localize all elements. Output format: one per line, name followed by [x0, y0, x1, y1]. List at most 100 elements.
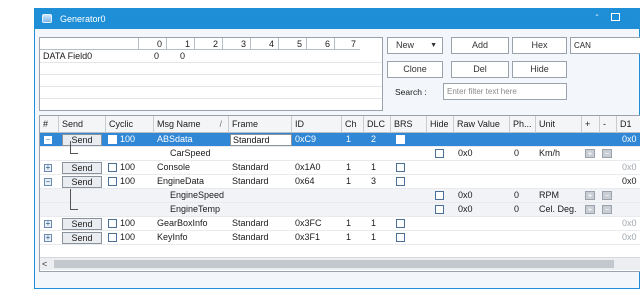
msg-id[interactable]: 0x3F1 — [295, 231, 320, 244]
d1-value[interactable]: 0x0 — [622, 217, 637, 230]
cyclic-checkbox[interactable] — [108, 233, 117, 242]
msg-dlc[interactable]: 1 — [371, 161, 376, 174]
phys-value[interactable]: 0 — [514, 189, 519, 202]
hide-checkbox[interactable] — [435, 149, 444, 158]
msg-name[interactable]: ABSdata — [157, 133, 193, 146]
horizontal-scrollbar[interactable]: < — [40, 257, 640, 270]
hide-button[interactable]: Hide — [512, 61, 567, 78]
table-row[interactable]: + Send 100 KeyInfo Standard 0x3F1 1 1 0x… — [40, 231, 640, 245]
new-dropdown[interactable]: New ▼ — [387, 37, 443, 54]
col-ph[interactable]: Ph... — [510, 116, 536, 133]
msg-frame[interactable]: Standard — [232, 217, 269, 230]
msg-ch[interactable]: 1 — [346, 175, 351, 188]
col-unit[interactable]: Unit — [536, 116, 582, 133]
brs-checkbox[interactable] — [396, 163, 405, 172]
send-button[interactable]: Send — [62, 232, 102, 244]
msg-ch[interactable]: 1 — [346, 217, 351, 230]
col-raw-value[interactable]: Raw Value — [454, 116, 510, 133]
col-id[interactable]: ID — [292, 116, 342, 133]
msg-id[interactable]: 0x64 — [295, 175, 315, 188]
msg-ch[interactable]: 1 — [346, 161, 351, 174]
msg-dlc[interactable]: 1 — [371, 231, 376, 244]
hex-button[interactable]: Hex — [512, 37, 567, 54]
cyclic-checkbox[interactable] — [108, 219, 117, 228]
msg-name[interactable]: EngineData — [157, 175, 204, 188]
send-button[interactable]: Send — [62, 134, 102, 146]
collapse-icon[interactable]: − — [44, 136, 52, 144]
brs-checkbox[interactable] — [396, 233, 405, 242]
signal-row[interactable]: EngineSpeed 0x0 0 RPM + − — [40, 189, 640, 203]
scroll-left-icon[interactable]: < — [42, 259, 52, 269]
raw-value[interactable]: 0x0 — [458, 147, 473, 160]
decrement-button[interactable]: − — [602, 149, 612, 158]
expand-icon[interactable]: + — [44, 234, 52, 242]
msg-dlc[interactable]: 2 — [371, 133, 376, 146]
col-dlc[interactable]: DLC — [364, 116, 391, 133]
raw-value[interactable]: 0x0 — [458, 189, 473, 202]
col-msg-name[interactable]: Msg Name / — [154, 116, 229, 133]
table-row[interactable]: + Send 100 GearBoxInfo Standard 0x3FC 1 … — [40, 217, 640, 231]
expand-icon[interactable]: + — [44, 164, 52, 172]
col-hide[interactable]: Hide — [427, 116, 454, 133]
phys-value[interactable]: 0 — [514, 147, 519, 160]
d1-value[interactable]: 0x0 — [622, 133, 637, 146]
cyclic-value[interactable]: 100 — [120, 217, 135, 230]
msg-id[interactable]: 0x3FC — [295, 217, 322, 230]
msg-ch[interactable]: 1 — [346, 231, 351, 244]
hide-checkbox[interactable] — [435, 191, 444, 200]
signal-row[interactable]: CarSpeed 0x0 0 Km/h + − — [40, 141, 640, 161]
signal-name[interactable]: CarSpeed — [170, 147, 211, 160]
del-button[interactable]: Del — [451, 61, 509, 78]
col-frame[interactable]: Frame — [229, 116, 292, 133]
phys-value[interactable]: 0 — [514, 203, 519, 216]
send-button[interactable]: Send — [62, 218, 102, 230]
data-cell[interactable]: 0 — [180, 50, 185, 62]
add-button[interactable]: Add — [451, 37, 509, 54]
clone-button[interactable]: Clone — [387, 61, 443, 78]
decrement-button[interactable]: − — [602, 205, 612, 214]
msg-name[interactable]: KeyInfo — [157, 231, 188, 244]
table-row[interactable]: + Send 100 Console Standard 0x1A0 1 1 0x… — [40, 161, 640, 175]
brs-checkbox[interactable] — [396, 177, 405, 186]
cyclic-value[interactable]: 100 — [120, 133, 135, 146]
expand-icon[interactable]: + — [44, 220, 52, 228]
msg-frame[interactable]: Standard — [232, 161, 269, 174]
signal-name[interactable]: EngineSpeed — [170, 189, 224, 202]
msg-ch[interactable]: 1 — [346, 133, 351, 146]
increment-button[interactable]: + — [585, 191, 595, 200]
d1-value[interactable]: 0x0 — [622, 161, 637, 174]
collapse-icon[interactable]: − — [44, 178, 52, 186]
minimize-icon[interactable]: - — [589, 11, 605, 25]
hide-checkbox[interactable] — [435, 205, 444, 214]
cyclic-value[interactable]: 100 — [120, 161, 135, 174]
col-d1[interactable]: D1 — [617, 116, 640, 133]
maximize-icon[interactable] — [611, 13, 620, 21]
msg-name[interactable]: GearBoxInfo — [157, 217, 208, 230]
msg-frame[interactable]: Standard — [232, 231, 269, 244]
col-plus[interactable]: + — [582, 116, 600, 133]
table-row[interactable]: − Send 100 ABSdata Standard 0xC9 1 2 0x0 — [40, 133, 640, 147]
cyclic-checkbox[interactable] — [108, 177, 117, 186]
decrement-button[interactable]: − — [602, 191, 612, 200]
frame-dropdown[interactable]: Standard — [230, 134, 292, 146]
data-cell[interactable]: 0 — [154, 50, 159, 62]
col-brs[interactable]: BRS — [391, 116, 427, 133]
msg-dlc[interactable]: 3 — [371, 175, 376, 188]
d1-value[interactable]: 0x0 — [622, 231, 637, 244]
cyclic-checkbox[interactable] — [108, 163, 117, 172]
msg-id[interactable]: 0x1A0 — [295, 161, 321, 174]
table-row[interactable]: − Send 100 EngineData Standard 0x64 1 3 … — [40, 175, 640, 189]
increment-button[interactable]: + — [585, 149, 595, 158]
d1-value[interactable]: 0x0 — [622, 175, 637, 188]
col-send[interactable]: Send — [59, 116, 106, 133]
increment-button[interactable]: + — [585, 205, 595, 214]
msg-id[interactable]: 0xC9 — [295, 133, 316, 146]
msg-name[interactable]: Console — [157, 161, 190, 174]
signal-name[interactable]: EngineTemp — [170, 203, 220, 216]
brs-checkbox[interactable] — [396, 219, 405, 228]
col-cyclic[interactable]: Cyclic — [106, 116, 154, 133]
raw-value[interactable]: 0x0 — [458, 203, 473, 216]
protocol-field[interactable]: CAN — [570, 37, 640, 54]
send-button[interactable]: Send — [62, 162, 102, 174]
cyclic-value[interactable]: 100 — [120, 231, 135, 244]
